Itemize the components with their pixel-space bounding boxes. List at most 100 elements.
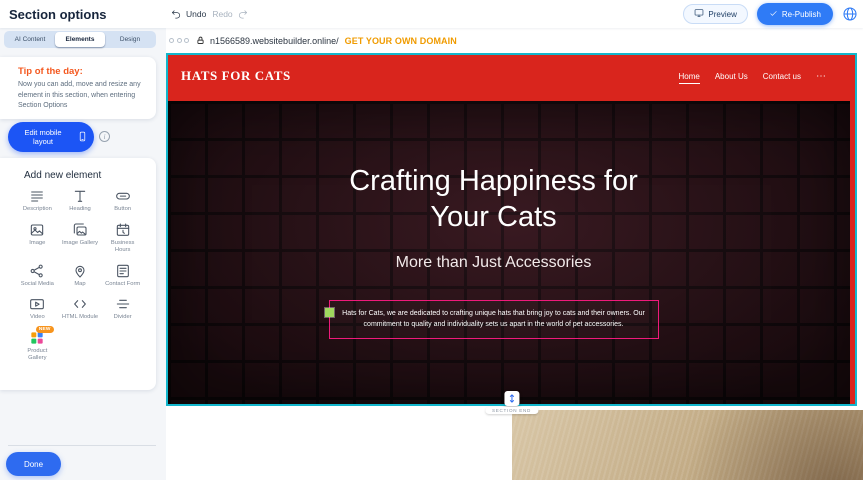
site-url: n1566589.websitebuilder.online/ [210, 36, 339, 46]
smartphone-icon [77, 131, 88, 144]
hero-subheading[interactable]: More than Just Accessories [396, 254, 592, 272]
divider-icon [115, 296, 131, 312]
add-new-element-panel: Add new element Description Heading Butt… [0, 158, 156, 390]
element-item-description[interactable]: Description [16, 188, 59, 214]
hero-section[interactable]: Crafting Happiness for Your Cats More th… [168, 101, 855, 404]
lock-icon [196, 36, 205, 45]
element-item-button[interactable]: Button [101, 188, 144, 214]
monitor-icon [694, 8, 704, 20]
element-label: Image Gallery [62, 240, 98, 248]
editor-canvas: n1566589.websitebuilder.online/ GET YOUR… [166, 28, 863, 480]
element-label: Image [29, 240, 45, 248]
nav-item-contact-us[interactable]: Contact us [763, 72, 801, 85]
globe-icon[interactable] [842, 6, 858, 22]
tip-of-the-day-card: Tip of the day: Now you can add, move an… [0, 57, 156, 119]
republish-button[interactable]: Re-Publish [757, 3, 833, 25]
sidebar-divider [8, 445, 156, 446]
business-hours-icon [115, 222, 131, 238]
add-panel-title: Add new element [24, 170, 156, 181]
hero-paragraph-selected[interactable]: Hats for Cats, we are dedicated to craft… [329, 300, 659, 340]
hero-heading-line-1: Crafting Happiness for [349, 163, 638, 199]
element-label: Social Media [21, 281, 54, 289]
element-label: HTML Module [62, 314, 98, 322]
tab-design[interactable]: Design [105, 32, 155, 47]
image-icon [29, 222, 45, 238]
element-label: Divider [114, 314, 132, 322]
nav-item-home[interactable]: Home [679, 72, 700, 85]
section-end-control: SECTION END [485, 391, 538, 414]
page-title: Section options [9, 7, 107, 22]
element-item-business-hours[interactable]: Business Hours [101, 222, 144, 255]
element-label: Heading [69, 206, 91, 214]
redo-button[interactable]: Redo [212, 8, 247, 21]
element-grid: Description Heading Button Image [0, 188, 156, 363]
vertical-arrows-icon[interactable] [504, 391, 519, 406]
resize-handle-icon[interactable] [325, 308, 334, 317]
element-label: Button [114, 206, 131, 214]
element-item-image[interactable]: Image [16, 222, 59, 255]
redo-label: Redo [212, 9, 232, 19]
element-item-social-media[interactable]: Social Media [16, 263, 59, 289]
next-section-carpet-image [512, 410, 863, 480]
sidebar-tab-switcher: AI Content Elements Design [4, 31, 156, 48]
element-item-image-gallery[interactable]: Image Gallery [59, 222, 102, 255]
nav-item-about-us[interactable]: About Us [715, 72, 748, 85]
share-icon [29, 263, 45, 279]
new-badge: NEW [36, 326, 54, 333]
element-item-contact-form[interactable]: Contact Form [101, 263, 144, 289]
info-icon[interactable]: i [99, 131, 110, 142]
section-options-sidebar: AI Content Elements Design Tip of the da… [0, 28, 166, 480]
element-item-divider[interactable]: Divider [101, 296, 144, 322]
heading-icon [72, 188, 88, 204]
code-icon [72, 296, 88, 312]
site-logo[interactable]: HATS FOR CATS [181, 68, 291, 84]
undo-arrow-icon [171, 8, 182, 21]
undo-redo-controls: Undo Redo [171, 0, 248, 28]
element-label: Description [23, 206, 52, 214]
element-item-product-gallery[interactable]: NEW Product Gallery [16, 330, 59, 363]
window-dot [169, 38, 174, 43]
tab-elements[interactable]: Elements [55, 32, 105, 47]
edit-mobile-layout-button[interactable]: Edit mobile layout [8, 122, 94, 152]
video-icon [29, 296, 45, 312]
button-icon [115, 188, 131, 204]
element-label: Business Hours [104, 240, 142, 255]
toolbar-actions: Preview Re-Publish [683, 0, 858, 28]
top-toolbar: Section options Undo Redo Preview [0, 0, 863, 28]
hero-paragraph-text: Hats for Cats, we are dedicated to craft… [342, 310, 645, 329]
map-pin-icon [72, 263, 88, 279]
nav-more-ellipsis-icon[interactable]: ⋯ [816, 71, 827, 86]
element-label: Video [30, 314, 45, 322]
republish-label: Re-Publish [782, 10, 821, 19]
element-label: Product Gallery [18, 348, 56, 363]
get-domain-link[interactable]: GET YOUR OWN DOMAIN [345, 36, 457, 46]
element-label: Contact Form [105, 281, 140, 289]
undo-label: Undo [186, 9, 206, 19]
redo-arrow-icon [237, 8, 248, 21]
contact-form-icon [115, 263, 131, 279]
site-header: HATS FOR CATS Home About Us Contact us ⋯ [168, 55, 855, 101]
site-scrollbar[interactable] [850, 55, 855, 404]
section-end-label: SECTION END [485, 407, 538, 414]
element-item-html-module[interactable]: HTML Module [59, 296, 102, 322]
app-window: Section options Undo Redo Preview [0, 0, 863, 480]
tip-body: Now you can add, move and resize any ele… [18, 80, 143, 112]
tip-title: Tip of the day: [18, 66, 156, 77]
browser-address-bar: n1566589.websitebuilder.online/ GET YOUR… [166, 28, 863, 53]
element-item-heading[interactable]: Heading [59, 188, 102, 214]
hero-heading[interactable]: Crafting Happiness for Your Cats [349, 163, 638, 236]
element-item-video[interactable]: Video [16, 296, 59, 322]
undo-button[interactable]: Undo [171, 8, 206, 21]
selected-section-preview[interactable]: HATS FOR CATS Home About Us Contact us ⋯… [166, 53, 857, 406]
window-control-dots [169, 38, 189, 43]
preview-button[interactable]: Preview [683, 4, 747, 24]
hero-content: Crafting Happiness for Your Cats More th… [168, 101, 819, 404]
tab-ai-content[interactable]: AI Content [5, 32, 55, 47]
site-nav: Home About Us Contact us ⋯ [679, 55, 828, 101]
done-button[interactable]: Done [6, 452, 61, 476]
window-dot [184, 38, 189, 43]
hero-heading-line-2: Your Cats [349, 199, 638, 235]
edit-mobile-label: Edit mobile layout [14, 128, 72, 146]
element-item-map[interactable]: Map [59, 263, 102, 289]
check-icon [769, 9, 778, 20]
